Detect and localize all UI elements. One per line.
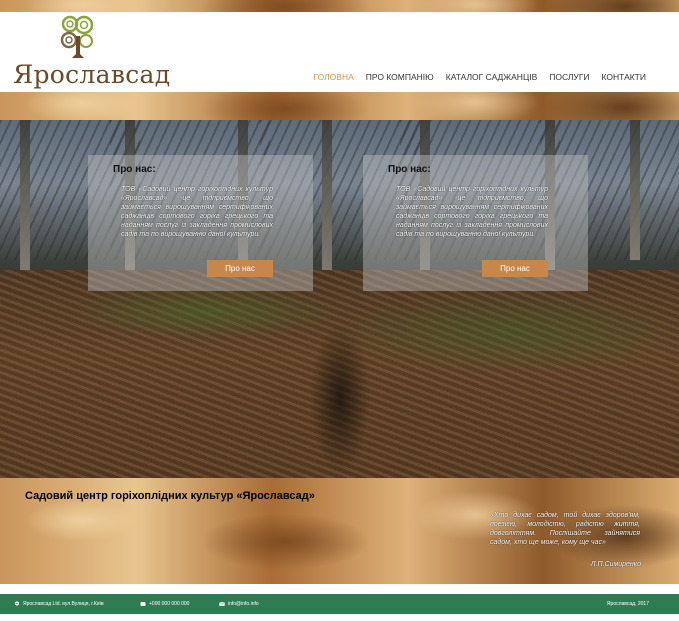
tree-logo-icon[interactable]	[60, 14, 96, 60]
bottom-spacer	[0, 614, 679, 621]
nav-item-services[interactable]: ПОСЛУГИ	[549, 72, 589, 82]
card-title: Про нас:	[388, 164, 431, 175]
nav-item-about[interactable]: ПРО КОМПАНІЮ	[366, 72, 434, 82]
footer-phone-text[interactable]: +000 000 000 000	[149, 601, 189, 607]
nav-item-home[interactable]: ГОЛОВНА	[313, 72, 353, 82]
site-footer: Ярославсад Ltd. вул.Вулиця, г.Київ +000 …	[0, 594, 679, 614]
card-text: ТОВ «Садовий центр горіхоплідних культур…	[121, 186, 273, 238]
footer-spacer	[0, 584, 679, 594]
tree-trunk	[20, 120, 30, 270]
footer-email: info@info.info	[219, 601, 259, 607]
footer-copyright: Ярославсад, 2017	[607, 601, 649, 607]
top-texture-strip	[0, 0, 679, 12]
quote-text: «Хто дихає садом, той дихає здоров'ям, п…	[490, 512, 640, 546]
about-card: Про нас: ТОВ «Садовий центр горіхоплідни…	[88, 155, 313, 291]
main-nav: ГОЛОВНА ПРО КОМПАНІЮ КАТАЛОГ САДЖАНЦІВ П…	[313, 72, 646, 82]
footer-email-text[interactable]: info@info.info	[228, 601, 259, 607]
about-button[interactable]: Про нас	[207, 260, 273, 277]
nav-item-catalog[interactable]: КАТАЛОГ САДЖАНЦІВ	[446, 72, 538, 82]
location-icon	[15, 601, 19, 606]
footer-copyright-text: Ярославсад, 2017	[606, 601, 649, 607]
card-title: Про нас:	[113, 164, 156, 175]
footer-address: Ярославсад Ltd. вул.Вулиця, г.Київ	[14, 601, 104, 607]
tree-trunk	[322, 120, 332, 275]
tree-trunk	[630, 120, 640, 260]
mid-texture-strip	[0, 92, 679, 120]
nav-item-contacts[interactable]: КОНТАКТИ	[602, 72, 646, 82]
quote-band: Садовий центр горіхоплідних культур «Яро…	[0, 478, 679, 584]
about-card: Про нас: ТОВ «Садовий центр горіхоплідни…	[363, 155, 588, 291]
quote-author: Л.П.Симиренко	[590, 561, 641, 568]
company-heading: Садовий центр горіхоплідних культур «Яро…	[25, 490, 315, 502]
card-text: ТОВ «Садовий центр горіхоплідних культур…	[396, 186, 548, 238]
about-button[interactable]: Про нас	[482, 260, 548, 277]
footer-phone: +000 000 000 000	[140, 601, 189, 607]
site-header: Ярославсад ГОЛОВНА ПРО КОМПАНІЮ КАТАЛОГ …	[0, 12, 679, 92]
brand-name[interactable]: Ярославсад	[13, 60, 170, 89]
phone-icon	[140, 602, 146, 606]
mail-icon	[219, 601, 225, 606]
tree-shadow	[300, 280, 380, 478]
hero-orchard-image: Про нас: ТОВ «Садовий центр горіхоплідни…	[0, 120, 679, 478]
footer-address-text: Ярославсад Ltd. вул.Вулиця, г.Київ	[23, 601, 104, 607]
